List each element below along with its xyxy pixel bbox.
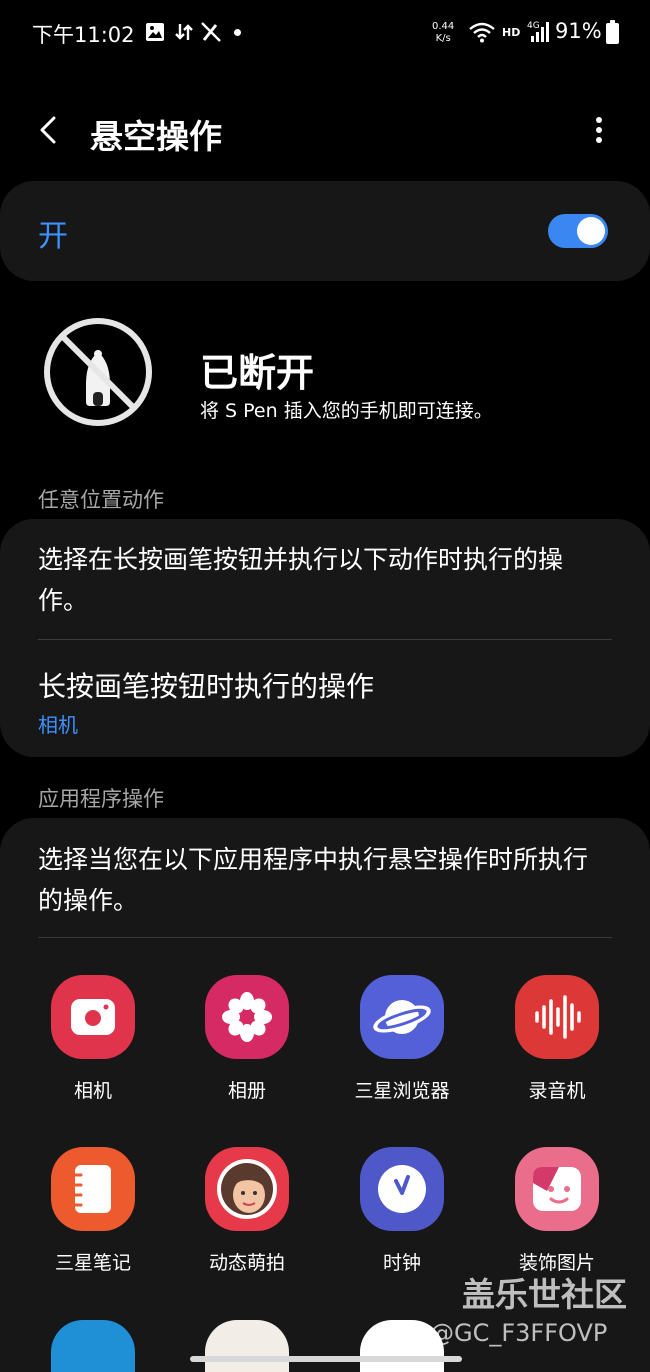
spen-status: 已断开 将 S Pen 插入您的手机即可连接。 <box>0 312 650 432</box>
app-bar: 悬空操作 <box>0 96 650 166</box>
signal-icon <box>531 22 549 42</box>
app-label: 三星笔记 <box>54 1252 131 1274</box>
spen-connect-hint: 将 S Pen 插入您的手机即可连接。 <box>200 400 493 422</box>
network-speed-unit: K/s <box>435 33 451 44</box>
app-item-gallery[interactable]: 相册 <box>177 975 317 1125</box>
hd-label: HD <box>502 26 521 39</box>
app-label: 录音机 <box>528 1080 586 1102</box>
clock-icon <box>360 1147 444 1231</box>
long-press-action-row[interactable]: 长按画笔按钮时执行的操作 相机 <box>0 649 650 749</box>
toggle-knob <box>577 217 605 245</box>
data-transfer-icon <box>175 24 193 40</box>
app-item-samsung-notes[interactable]: 三星笔记 <box>23 1147 163 1297</box>
divider <box>38 937 612 938</box>
battery-percent: 91% <box>555 19 602 43</box>
anywhere-actions-description: 选择在长按画笔按钮并执行以下动作时执行的操作。 <box>38 545 564 615</box>
network-speed-value: 0.44 <box>432 21 455 32</box>
watermark-handle: @GC_F3FFOVP <box>430 1319 608 1347</box>
anywhere-actions-card: 选择在长按画笔按钮并执行以下动作时执行的操作。 长按画笔按钮时执行的操作 相机 <box>0 519 650 757</box>
voice-recorder-icon <box>515 975 599 1059</box>
gallery-flower-icon <box>205 975 289 1059</box>
network-speed: 0.44 K/s <box>432 21 454 45</box>
browser-planet-icon <box>360 975 444 1059</box>
app-item-browser[interactable]: 三星浏览器 <box>332 975 472 1125</box>
app-label: 时钟 <box>382 1252 421 1274</box>
more-options-icon[interactable] <box>584 112 614 148</box>
wifi-icon <box>469 22 495 43</box>
divider <box>38 639 612 640</box>
app-item-clock[interactable]: 时钟 <box>332 1147 472 1297</box>
app-icon-partial-1[interactable] <box>51 1320 135 1372</box>
app-label: 相册 <box>227 1080 266 1102</box>
spen-status-text: 已断开 <box>200 351 315 395</box>
section-header-app-actions: 应用程序操作 <box>38 787 164 811</box>
app-item-voice-recorder[interactable]: 录音机 <box>487 975 627 1125</box>
section-header-anywhere: 任意位置动作 <box>38 488 164 512</box>
app-label: 动态萌拍 <box>208 1252 285 1274</box>
long-press-action-value: 相机 <box>38 713 78 737</box>
master-switch-label: 开 <box>38 219 68 254</box>
app-actions-description: 选择当您在以下应用程序中执行悬空操作时所执行的操作。 <box>38 845 589 915</box>
home-gesture-bar[interactable] <box>190 1356 462 1362</box>
battery-icon <box>606 20 619 44</box>
samsung-notes-icon <box>51 1147 135 1231</box>
app-label: 三星浏览器 <box>354 1080 450 1102</box>
page-title: 悬空操作 <box>90 117 222 156</box>
app-label: 相机 <box>73 1080 112 1102</box>
spen-off-icon <box>201 22 221 42</box>
app-item-ar-emoji[interactable]: 动态萌拍 <box>177 1147 317 1297</box>
notification-dot-icon <box>234 29 241 36</box>
watermark-community: 盖乐世社区 <box>462 1275 627 1314</box>
long-press-action-title: 长按画笔按钮时执行的操作 <box>38 670 375 703</box>
camera-icon <box>51 975 135 1059</box>
ar-emoji-icon <box>205 1147 289 1231</box>
app-item-camera[interactable]: 相机 <box>23 975 163 1125</box>
status-time: 下午11:02 <box>32 23 135 47</box>
master-toggle-switch[interactable] <box>548 214 608 248</box>
status-bar: 下午11:02 0.44 K/s HD 4G 91% <box>0 0 650 66</box>
photo-decor-icon <box>515 1147 599 1231</box>
back-arrow-icon[interactable] <box>32 112 68 148</box>
app-icon-partial-2[interactable] <box>205 1320 289 1372</box>
gallery-icon <box>146 23 164 41</box>
spen-disconnected-icon <box>44 318 152 426</box>
